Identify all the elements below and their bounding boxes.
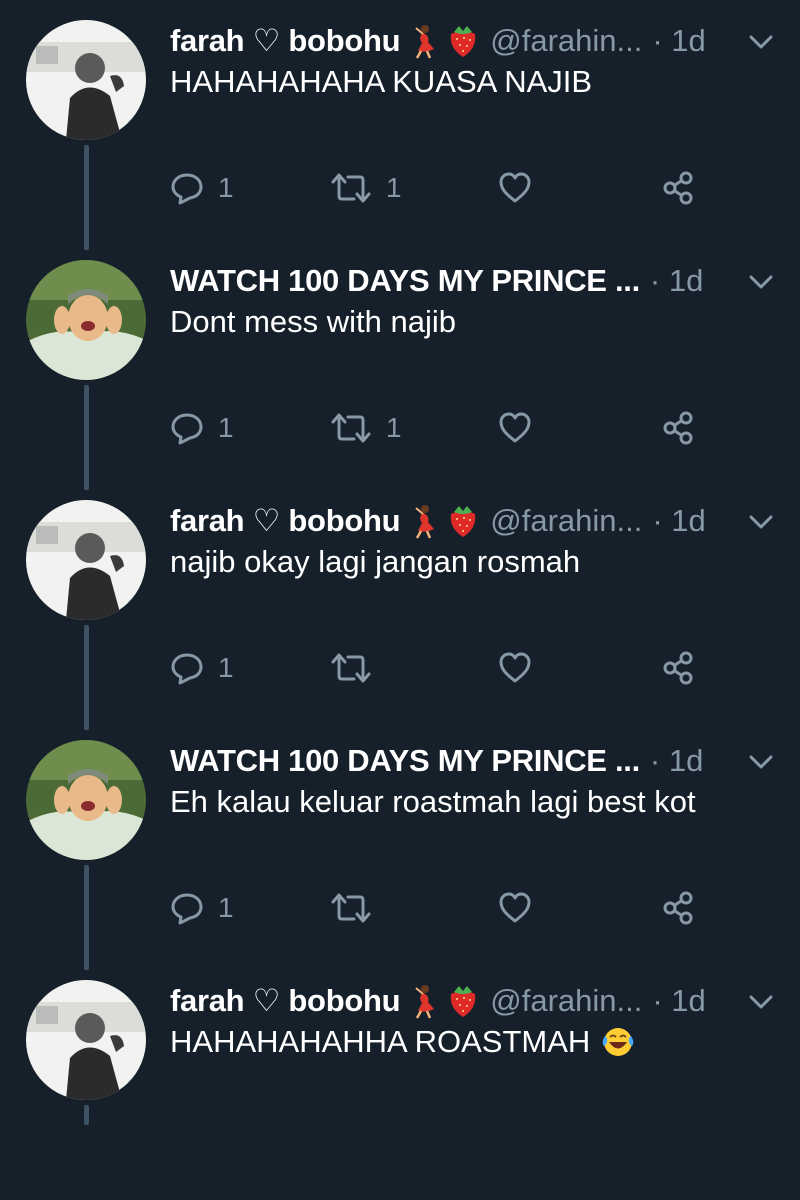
retweet-icon — [331, 893, 371, 923]
chevron-down-icon[interactable] — [747, 508, 775, 536]
share-button[interactable] — [660, 644, 696, 692]
tweet-header: farah ♡ bobohu @farahin... · 1d — [170, 20, 775, 62]
share-icon — [663, 891, 693, 925]
retweet-button[interactable] — [330, 644, 386, 692]
tweet-text-content: Dont mess with najib — [170, 304, 457, 339]
heart-icon — [499, 412, 531, 443]
timestamp[interactable]: · 1d — [652, 983, 705, 1019]
timestamp[interactable]: · 1d — [650, 743, 703, 779]
reply-icon — [171, 173, 203, 205]
like-button[interactable] — [498, 404, 546, 452]
retweet-icon — [331, 653, 371, 683]
action-bar: 1 1 — [170, 404, 710, 452]
share-button[interactable] — [660, 884, 696, 932]
avatar[interactable] — [26, 20, 146, 140]
reply-icon — [171, 653, 203, 685]
strawberry-emoji — [451, 26, 476, 57]
chevron-down-icon[interactable] — [747, 988, 775, 1016]
share-icon — [663, 411, 693, 445]
retweet-button[interactable] — [330, 884, 386, 932]
tweet-text-content: HAHAHAHAHA KUASA NAJIB — [170, 64, 593, 99]
timestamp[interactable]: · 1d — [652, 23, 705, 59]
tweet-header: WATCH 100 DAYS MY PRINCE ... · 1d — [170, 260, 775, 302]
share-icon — [663, 171, 693, 205]
tweet-text: najib okay lagi jangan rosmah — [170, 544, 580, 580]
tweet-header: WATCH 100 DAYS MY PRINCE ... · 1d — [170, 740, 775, 782]
like-button[interactable] — [498, 164, 546, 212]
tweet-text-content: Eh kalau keluar roastmah lagi best kot — [170, 784, 696, 819]
reply-count: 1 — [218, 652, 234, 683]
avatar[interactable] — [26, 740, 146, 860]
tweet[interactable]: farah ♡ bobohu @farahin... · 1d — [0, 960, 800, 1200]
tears-of-joy-emoji — [603, 1028, 634, 1056]
heart-icon — [499, 892, 531, 923]
chevron-down-icon[interactable] — [747, 748, 775, 776]
reply-count: 1 — [218, 172, 234, 203]
tweet-text: HAHAHAHAHHA ROASTMAH — [170, 1024, 636, 1060]
tweet-header: farah ♡ bobohu @farahin... · 1d — [170, 980, 775, 1022]
reply-count: 1 — [218, 412, 234, 443]
handle[interactable]: @farahin... — [490, 23, 642, 59]
avatar[interactable] — [26, 500, 146, 620]
timestamp[interactable]: · 1d — [650, 263, 703, 299]
heart-icon — [499, 172, 531, 203]
display-name[interactable]: farah ♡ bobohu — [170, 983, 401, 1019]
retweet-count: 1 — [386, 172, 402, 203]
like-button[interactable] — [498, 884, 546, 932]
reply-count: 1 — [218, 892, 234, 923]
name-emojis — [408, 503, 480, 539]
reply-button[interactable]: 1 — [170, 644, 234, 692]
tweet-text: HAHAHAHAHA KUASA NAJIB — [170, 64, 592, 100]
share-button[interactable] — [660, 404, 696, 452]
tweet-text: Eh kalau keluar roastmah lagi best kot — [170, 784, 696, 820]
handle[interactable]: @farahin... — [490, 503, 642, 539]
name-emojis — [408, 983, 480, 1019]
retweet-button[interactable]: 1 — [330, 404, 402, 452]
display-name[interactable]: farah ♡ bobohu — [170, 23, 401, 59]
timestamp[interactable]: · 1d — [652, 503, 705, 539]
share-button[interactable] — [660, 164, 696, 212]
tweet-header: farah ♡ bobohu @farahin... · 1d — [170, 500, 775, 542]
action-bar: 1 1 — [170, 164, 710, 212]
reply-icon — [171, 893, 203, 925]
dancer-emoji — [415, 985, 435, 1019]
action-bar: 1 — [170, 644, 710, 692]
tweet-text-content: HAHAHAHAHHA ROASTMAH — [170, 1024, 591, 1059]
retweet-icon — [331, 413, 371, 443]
chevron-down-icon[interactable] — [747, 268, 775, 296]
tweet-text-content: najib okay lagi jangan rosmah — [170, 544, 581, 579]
display-name[interactable]: WATCH 100 DAYS MY PRINCE ... — [170, 743, 640, 779]
display-name[interactable]: WATCH 100 DAYS MY PRINCE ... — [170, 263, 640, 299]
retweet-button[interactable]: 1 — [330, 164, 402, 212]
strawberry-emoji — [451, 506, 476, 537]
tweet-text: Dont mess with najib — [170, 304, 456, 340]
name-emojis — [408, 23, 480, 59]
avatar[interactable] — [26, 260, 146, 380]
tweet[interactable]: farah ♡ bobohu @farahin... · 1d — [0, 0, 800, 240]
retweet-icon — [331, 173, 371, 203]
reply-icon — [171, 413, 203, 445]
dancer-emoji — [415, 25, 435, 59]
like-button[interactable] — [498, 644, 546, 692]
reply-button[interactable]: 1 — [170, 884, 234, 932]
display-name[interactable]: farah ♡ bobohu — [170, 503, 401, 539]
reply-button[interactable]: 1 — [170, 164, 234, 212]
share-icon — [663, 651, 693, 685]
reply-button[interactable]: 1 — [170, 404, 234, 452]
dancer-emoji — [415, 505, 435, 539]
chevron-down-icon[interactable] — [747, 28, 775, 56]
heart-icon — [499, 652, 531, 683]
retweet-count: 1 — [386, 412, 402, 443]
strawberry-emoji — [451, 986, 476, 1017]
avatar[interactable] — [26, 980, 146, 1100]
tweet[interactable]: WATCH 100 DAYS MY PRINCE ... · 1d Dont m… — [0, 240, 800, 480]
action-bar: 1 — [170, 884, 710, 932]
tweet[interactable]: farah ♡ bobohu @farahin... · 1d — [0, 480, 800, 720]
handle[interactable]: @farahin... — [490, 983, 642, 1019]
tweet[interactable]: WATCH 100 DAYS MY PRINCE ... · 1d Eh kal… — [0, 720, 800, 960]
